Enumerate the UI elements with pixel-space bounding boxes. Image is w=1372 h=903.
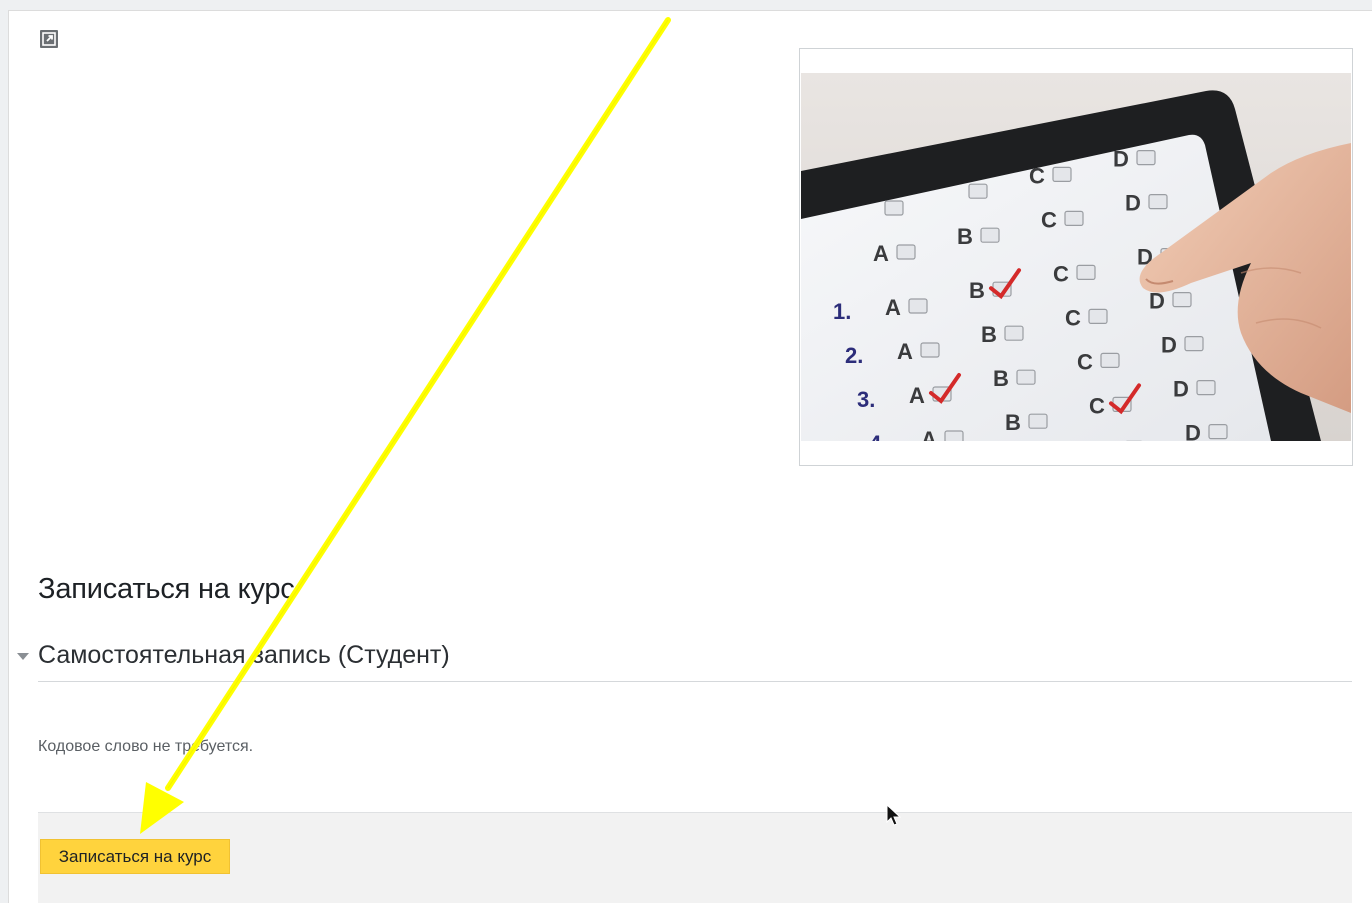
option-checkbox (1208, 424, 1228, 440)
option-checkbox (1172, 292, 1192, 308)
option-letter: B (993, 366, 1009, 391)
row-number: 2. (845, 343, 863, 368)
option-letter: A (897, 339, 913, 364)
option-checkbox (1148, 193, 1168, 210)
option-letter: B (981, 322, 997, 347)
enrol-heading: Записаться на курс (38, 573, 295, 605)
option-checkbox (1184, 336, 1204, 352)
option-checkbox (980, 227, 1000, 243)
option-letter: C (1029, 163, 1045, 188)
option-checkbox (1016, 369, 1036, 385)
form-footer: Записаться на курс (38, 812, 1352, 903)
option-checkbox (1064, 210, 1084, 226)
option-checkbox (1100, 352, 1120, 368)
section-divider (38, 681, 1352, 682)
option-checkbox (896, 244, 916, 260)
option-checkbox (1088, 308, 1108, 324)
option-letter: D (1173, 377, 1189, 402)
option-checkbox (1196, 380, 1216, 396)
option-checkbox (1076, 264, 1096, 280)
option-checkbox (1052, 166, 1072, 183)
option-checkbox (944, 430, 964, 441)
option-checkbox (908, 298, 928, 314)
option-letter: B (957, 224, 973, 249)
option-letter: A (873, 241, 889, 266)
option-letter: B (1005, 410, 1021, 435)
option-checkbox (920, 342, 940, 358)
option-letter: C (1053, 261, 1069, 286)
option-letter: C (1065, 305, 1081, 330)
option-letter: C (1077, 349, 1093, 374)
enrol-button[interactable]: Записаться на курс (40, 839, 230, 874)
option-letter: C (1089, 393, 1105, 418)
tablet-checklist-illustration: CDABCD1.ABCD2.ABCD3.ABCD4.ABCD5.ABCD (801, 73, 1351, 441)
row-number: 3. (857, 387, 875, 412)
option-letter: C (1041, 207, 1057, 232)
external-link-icon[interactable] (40, 30, 58, 48)
option-letter: D (1185, 421, 1201, 441)
caret-down-icon[interactable] (16, 649, 30, 663)
option-letter: D (1125, 191, 1141, 216)
course-page: CDABCD1.ABCD2.ABCD3.ABCD4.ABCD5.ABCD Зап… (8, 10, 1372, 903)
option-letter: A (885, 295, 901, 320)
option-checkbox (1136, 149, 1156, 166)
enrol-method-title[interactable]: Самостоятельная запись (Студент) (38, 641, 450, 670)
row-number: 1. (833, 299, 851, 324)
option-checkbox (1028, 413, 1048, 429)
option-checkbox (968, 183, 988, 199)
option-letter: B (969, 278, 985, 303)
mouse-pointer-icon (886, 804, 902, 826)
option-checkbox (1004, 325, 1024, 341)
course-image: CDABCD1.ABCD2.ABCD3.ABCD4.ABCD5.ABCD (799, 48, 1353, 466)
option-letter: D (1161, 333, 1177, 358)
option-letter: A (909, 383, 925, 408)
row-number: 4. (869, 431, 887, 441)
option-letter: C (1101, 437, 1117, 441)
keyword-note: Кодовое слово не требуется. (38, 738, 254, 755)
option-checkbox (884, 200, 904, 216)
option-letter: A (921, 427, 937, 441)
option-letter: D (1113, 147, 1129, 172)
